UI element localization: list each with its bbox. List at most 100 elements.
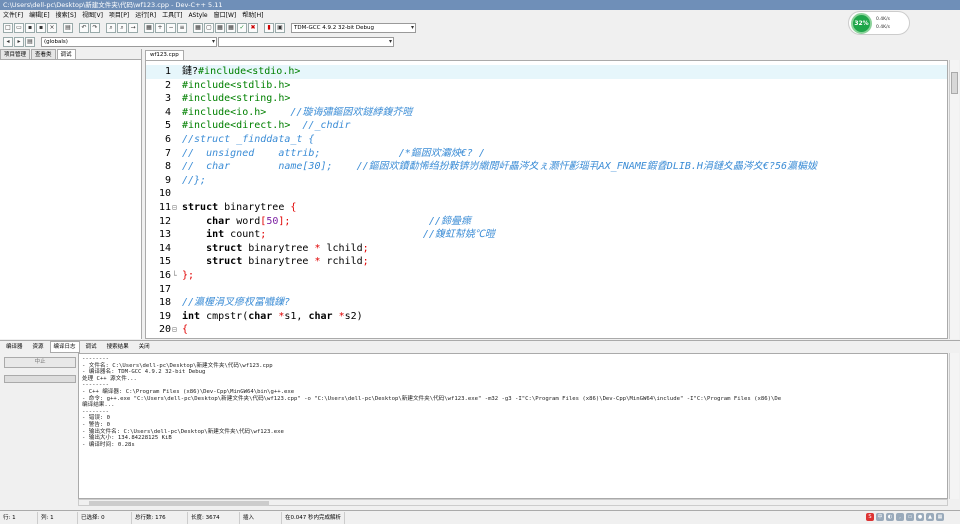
replace-icon[interactable]: ⌕: [117, 23, 127, 33]
moon-icon[interactable]: ◐: [886, 513, 894, 521]
log-line: - 文件名: C:\Users\dell-pc\Desktop\新建文件夹\代码…: [82, 362, 273, 369]
code-line[interactable]: 11 ⊟ struct binarytree {: [146, 201, 947, 215]
print-icon[interactable]: ▤: [63, 23, 73, 33]
log-line: - 编译器名: TDM-GCC 4.9.2 32-bit Debug: [82, 369, 206, 376]
code-line[interactable]: 3 #include<string.h>: [146, 92, 947, 106]
bottom-tab-4[interactable]: 搜索结果: [103, 341, 133, 353]
menu-item-9[interactable]: 帮助[H]: [239, 10, 266, 21]
bookmark-icon[interactable]: ▸: [14, 36, 24, 47]
code-text: //瀛楃涓叉瘮杈冨嚱鏁?: [182, 296, 290, 310]
bottom-tab-2[interactable]: 编译日志: [49, 340, 80, 353]
bottom-tab-0[interactable]: 编译器: [2, 341, 27, 353]
abort-button[interactable]: 中止: [4, 357, 76, 368]
run-icon[interactable]: ▢: [204, 23, 214, 33]
rebuild-icon[interactable]: ▦: [226, 23, 236, 33]
line-number: 11: [158, 202, 171, 213]
find-icon[interactable]: ⌕: [106, 23, 116, 33]
check-syntax-icon[interactable]: ✓: [237, 23, 247, 33]
debug-icon[interactable]: ▣: [275, 23, 285, 33]
code-line[interactable]: 13 int count; //鍑虹幇娆℃暟: [146, 228, 947, 242]
ime-icon[interactable]: S: [866, 513, 874, 521]
left-tab-0[interactable]: 项目管理: [0, 49, 31, 59]
editor-scrollbar[interactable]: [949, 60, 959, 339]
profile-icon[interactable]: ▮: [264, 23, 274, 33]
code-line[interactable]: 17: [146, 283, 947, 297]
stop-icon[interactable]: ✖: [248, 23, 258, 33]
editor-scrollbar-thumb[interactable]: [951, 72, 958, 94]
tab-wf123[interactable]: wf123.cpp: [145, 50, 184, 60]
code-text-main: //};: [182, 174, 207, 186]
left-tab-1[interactable]: 查看类: [31, 49, 56, 59]
fold-marker-icon[interactable]: └: [172, 269, 180, 283]
save-all-icon[interactable]: ▪: [36, 23, 46, 33]
class-browser-icon[interactable]: ▤: [25, 36, 35, 47]
code-line[interactable]: 8 // char name[30]; //鏂囦欢鐨勫悕绉扮敤锛岃繖閲屽畾涔夊ぇ灏…: [146, 160, 947, 174]
compile-icon[interactable]: ▦: [193, 23, 203, 33]
menu-item-0[interactable]: 文件[F]: [0, 10, 26, 21]
goto-icon[interactable]: →: [128, 23, 138, 33]
bottom-tab-1[interactable]: 资源: [29, 341, 48, 353]
menu-item-8[interactable]: 窗口[W]: [211, 10, 240, 21]
save-icon[interactable]: ▪: [25, 23, 35, 33]
new-project-icon[interactable]: ▦: [144, 23, 154, 33]
code-line[interactable]: 19 int cmpstr(char *s1, char *s2): [146, 310, 947, 324]
code-line[interactable]: 6 //struct _finddata_t {: [146, 133, 947, 147]
log-scrollbar-v[interactable]: [949, 353, 959, 499]
log-scrollbar-h[interactable]: [78, 499, 948, 506]
left-tab-2[interactable]: 调试: [56, 49, 76, 59]
menu-item-2[interactable]: 搜索[S]: [53, 10, 80, 21]
add-file-icon[interactable]: +: [155, 23, 165, 33]
user-icon[interactable]: ●: [916, 513, 924, 521]
close-file-icon[interactable]: ×: [47, 23, 57, 33]
code-line[interactable]: 10: [146, 187, 947, 201]
code-line[interactable]: 1 鏈?#include<stdio.h>: [146, 65, 947, 79]
new-file-icon[interactable]: □: [3, 23, 13, 33]
project-options-icon[interactable]: ≡: [177, 23, 187, 33]
fold-marker-icon[interactable]: ⊟: [172, 201, 180, 215]
code-line[interactable]: 7 // unsigned attrib; /*鏂囦欢灞炴€? /: [146, 147, 947, 161]
fold-marker-icon[interactable]: ⊟: [172, 323, 180, 337]
code-comment: //鍑虹幇娆℃暟: [266, 229, 495, 241]
compile-run-icon[interactable]: ▦: [215, 23, 225, 33]
member-select[interactable]: ▾: [218, 36, 394, 47]
code-editor[interactable]: 1 鏈?#include<stdio.h> 2 #include<stdlib.h> 3…: [145, 60, 948, 339]
chevron-down-icon: ▾: [388, 37, 392, 45]
log-line: - C++ 编译器: C:\Program Files (x86)\Dev-Cp…: [82, 388, 295, 395]
menu-item-3[interactable]: 视图[V]: [79, 10, 106, 21]
code-line[interactable]: 14 struct binarytree * lchild;: [146, 242, 947, 256]
open-file-icon[interactable]: ▭: [14, 23, 24, 33]
code-line[interactable]: 16 └};: [146, 269, 947, 283]
punct-icon[interactable]: ,: [896, 513, 904, 521]
bottom-tab-3[interactable]: 调试: [82, 341, 101, 353]
code-line[interactable]: 20 ⊟{: [146, 323, 947, 337]
lang-icon[interactable]: 中: [876, 513, 884, 521]
redo-icon[interactable]: ↷: [90, 23, 100, 33]
compile-log[interactable]: -------- - 文件名: C:\Users\dell-pc\Desktop\…: [78, 353, 948, 499]
bottom-tab-5[interactable]: 关闭: [135, 341, 154, 353]
menu-item-1[interactable]: 编辑[E]: [26, 10, 52, 21]
code-line[interactable]: 9 //};: [146, 174, 947, 188]
undo-icon[interactable]: ↶: [79, 23, 89, 33]
shirt-icon[interactable]: ▲: [926, 513, 934, 521]
code-text-main: //瀛楃涓叉瘮杈冨嚱鏁?: [182, 297, 291, 309]
code-line[interactable]: 18 //瀛楃涓叉瘮杈冨嚱鏁?: [146, 296, 947, 310]
menu-item-4[interactable]: 项目[P]: [106, 10, 132, 21]
log-scrollbar-thumb[interactable]: [89, 501, 269, 505]
menu-item-5[interactable]: 运行[R]: [132, 10, 159, 21]
log-line: - 命令: g++.exe "C:\Users\dell-pc\Desktop\…: [82, 395, 782, 402]
code-line[interactable]: 2 #include<stdlib.h>: [146, 79, 947, 93]
scope-select[interactable]: (globals) ▾: [41, 36, 217, 47]
main-toolbar: □ ▭ ▪ ▪ × ▤ ↶ ↷ ⌕ ⌕ → ▦ + − ≡ ▦ ▢ ▦ ▦ ✓ …: [0, 21, 845, 35]
grid-icon[interactable]: ▦: [936, 513, 944, 521]
menu-item-6[interactable]: 工具[T]: [159, 10, 185, 21]
code-line[interactable]: 4 #include<io.h> //璇诲彇鏂囦欢鐩綍鍑芥暟: [146, 106, 947, 120]
menu-item-7[interactable]: AStyle: [185, 10, 210, 21]
compiler-select[interactable]: TDM-GCC 4.9.2 32-bit Debug ▾: [291, 23, 416, 33]
code-line[interactable]: 12 char word[50]; //鍗曡瘝: [146, 215, 947, 229]
code-line[interactable]: 5 #include<direct.h> //_chdir: [146, 119, 947, 133]
back-icon[interactable]: ◂: [3, 36, 13, 47]
keyboard-icon[interactable]: ▭: [906, 513, 914, 521]
code-line[interactable]: 15 struct binarytree * rchild;: [146, 255, 947, 269]
remove-file-icon[interactable]: −: [166, 23, 176, 33]
network-monitor[interactable]: 32% 0.4K/s 0.4K/s: [848, 11, 910, 35]
